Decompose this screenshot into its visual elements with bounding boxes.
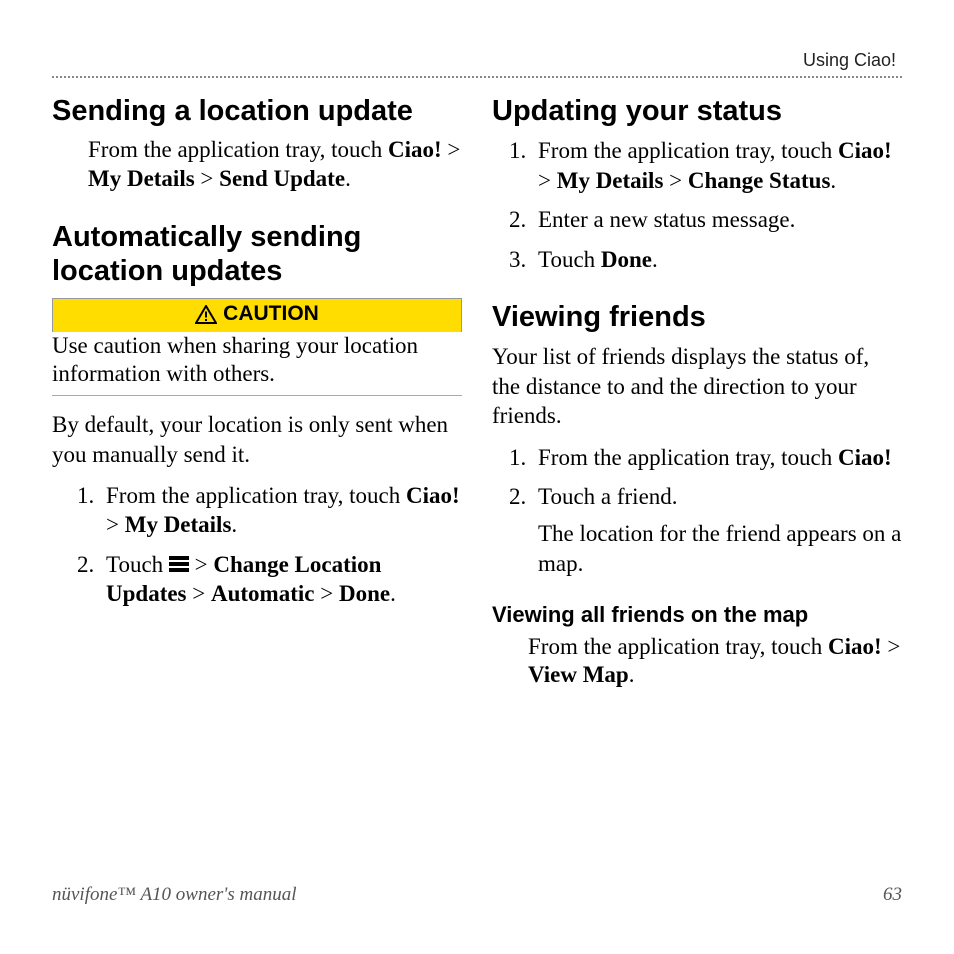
all-friends-map-body: From the application tray, touch Ciao! >…: [528, 633, 902, 691]
warning-triangle-icon: [195, 305, 217, 324]
text: From the application tray, touch: [88, 137, 388, 162]
text: .: [231, 512, 237, 537]
ui-path: Ciao!: [828, 634, 882, 659]
view-friends-steps: From the application tray, touch Ciao! T…: [532, 443, 902, 579]
text: .: [345, 166, 351, 191]
sep: >: [442, 137, 461, 162]
ui-path: Automatic: [211, 581, 314, 606]
ui-path: Ciao!: [838, 138, 892, 163]
friends-intro: Your list of friends displays the status…: [492, 342, 902, 430]
left-column: Sending a location update From the appli…: [52, 94, 462, 690]
text: From the application tray, touch: [528, 634, 828, 659]
auto-default-body: By default, your location is only sent w…: [52, 410, 462, 469]
text: Touch a friend.: [538, 484, 678, 509]
step-result: The location for the friend appears on a…: [538, 519, 902, 578]
caution-body: Use caution when sharing your location i…: [52, 332, 462, 397]
page-footer: nüvifone™ A10 owner's manual 63: [52, 884, 902, 906]
text: .: [652, 247, 658, 272]
ui-path: My Details: [557, 168, 664, 193]
caution-label: CAUTION: [223, 302, 319, 326]
heading-auto-updates: Automatically sending location updates: [52, 220, 462, 288]
menu-icon: [169, 554, 189, 574]
sep: >: [538, 168, 557, 193]
list-item: Touch Done.: [532, 245, 902, 274]
status-steps: From the application tray, touch Ciao! >…: [532, 136, 902, 274]
right-column: Updating your status From the applicatio…: [492, 94, 902, 690]
caution-banner: CAUTION: [52, 298, 462, 332]
header-rule: [52, 76, 902, 78]
list-item: From the application tray, touch Ciao!: [532, 443, 902, 472]
text: From the application tray, touch: [106, 483, 406, 508]
ui-path: Ciao!: [838, 445, 892, 470]
ui-path: Done: [601, 247, 652, 272]
running-header: Using Ciao!: [803, 50, 896, 71]
text: From the application tray, touch: [538, 445, 838, 470]
auto-steps: From the application tray, touch Ciao! >…: [100, 481, 462, 609]
text: .: [830, 168, 836, 193]
heading-viewing-friends: Viewing friends: [492, 300, 902, 334]
page-number: 63: [883, 884, 902, 906]
text: .: [629, 662, 635, 687]
manual-title: nüvifone™ A10 owner's manual: [52, 884, 297, 906]
sep: >: [314, 581, 338, 606]
text: Touch: [538, 247, 601, 272]
text: Touch: [106, 552, 169, 577]
list-item: From the application tray, touch Ciao! >…: [532, 136, 902, 195]
sep: >: [882, 634, 901, 659]
sep: >: [187, 581, 211, 606]
heading-all-friends-map: Viewing all friends on the map: [492, 602, 902, 628]
ui-path: Change Status: [688, 168, 831, 193]
text: .: [390, 581, 396, 606]
ui-path: My Details: [125, 512, 232, 537]
ui-path: Send Update: [219, 166, 345, 191]
sep: >: [106, 512, 125, 537]
list-item: From the application tray, touch Ciao! >…: [100, 481, 462, 540]
sep: >: [189, 552, 213, 577]
list-item: Touch > Change Location Updates > Automa…: [100, 550, 462, 609]
text: From the application tray, touch: [538, 138, 838, 163]
sep: >: [195, 166, 219, 191]
sending-location-body: From the application tray, touch Ciao! >…: [88, 136, 462, 194]
heading-updating-status: Updating your status: [492, 94, 902, 128]
ui-path: View Map: [528, 662, 629, 687]
sep: >: [663, 168, 687, 193]
ui-path: Ciao!: [388, 137, 442, 162]
list-item: Touch a friend. The location for the fri…: [532, 482, 902, 578]
content-columns: Sending a location update From the appli…: [52, 94, 902, 690]
ui-path: Done: [339, 581, 390, 606]
ui-path: Ciao!: [406, 483, 460, 508]
ui-path: My Details: [88, 166, 195, 191]
list-item: Enter a new status message.: [532, 205, 902, 234]
heading-sending-location: Sending a location update: [52, 94, 462, 128]
